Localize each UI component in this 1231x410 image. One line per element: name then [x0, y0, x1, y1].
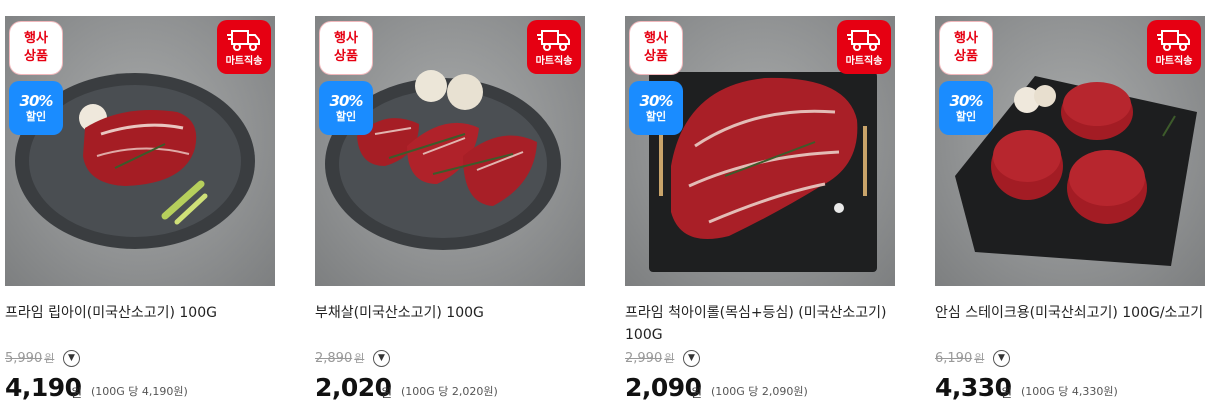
- discount-percent: 30%: [639, 92, 674, 110]
- original-price-unit: 원: [974, 352, 985, 365]
- discount-label: 할인: [335, 110, 357, 123]
- event-badge-line2: 상품: [954, 49, 978, 64]
- event-badge-line1: 행사: [24, 31, 48, 46]
- original-price: 2,990 원: [625, 350, 674, 368]
- event-product-badge: 행사 상품: [939, 21, 993, 75]
- discount-badge: 30% 할인: [629, 81, 683, 135]
- product-card[interactable]: 행사 상품 30% 할인 마트직송 안심 스테이크용(미국산쇠고기) 100G/…: [935, 0, 1225, 410]
- product-image[interactable]: 행사 상품 30% 할인 마트직송: [935, 16, 1205, 286]
- product-grid: 행사 상품 30% 할인 마트직송 프라임 립아이(미국산소고기) 100G 5…: [0, 0, 1231, 410]
- event-badge-line2: 상품: [644, 49, 668, 64]
- discount-label: 할인: [25, 110, 47, 123]
- event-badge-line1: 행사: [644, 31, 668, 46]
- delivery-truck-icon: [227, 30, 260, 51]
- original-price-value: 2,990: [625, 351, 663, 366]
- delivery-label: 마트직송: [1155, 56, 1193, 67]
- price-info-chevron-down-icon[interactable]: ▼: [373, 350, 390, 367]
- product-image[interactable]: 행사 상품 30% 할인 마트직송: [625, 16, 895, 286]
- delivery-label: 마트직송: [225, 56, 263, 67]
- sale-price-unit: 원: [381, 386, 393, 400]
- unit-price: (100G 당 4,190원): [91, 385, 188, 398]
- price-info-chevron-down-icon[interactable]: ▼: [683, 350, 700, 367]
- sale-price-unit: 원: [71, 386, 83, 400]
- original-price: 2,890 원: [315, 350, 364, 368]
- product-card[interactable]: 행사 상품 30% 할인 마트직송 부채살(미국산소고기) 100G 2,890…: [315, 0, 605, 410]
- product-card[interactable]: 행사 상품 30% 할인 마트직송 프라임 립아이(미국산소고기) 100G 5…: [5, 0, 295, 410]
- original-price-unit: 원: [354, 352, 365, 365]
- unit-price: (100G 당 2,090원): [711, 385, 808, 398]
- mart-delivery-badge: 마트직송: [837, 20, 891, 74]
- delivery-truck-icon: [1157, 30, 1190, 51]
- original-price: 6,190 원: [935, 350, 984, 368]
- event-product-badge: 행사 상품: [319, 21, 373, 75]
- unit-price: (100G 당 2,020원): [401, 385, 498, 398]
- price-info-chevron-down-icon[interactable]: ▼: [63, 350, 80, 367]
- delivery-label: 마트직송: [535, 56, 573, 67]
- discount-badge: 30% 할인: [319, 81, 373, 135]
- discount-badge: 30% 할인: [939, 81, 993, 135]
- original-price-value: 2,890: [315, 351, 353, 366]
- original-price: 5,990 원: [5, 350, 54, 368]
- original-price-unit: 원: [664, 352, 675, 365]
- delivery-truck-icon: [537, 30, 570, 51]
- price-info-chevron-down-icon[interactable]: ▼: [993, 350, 1010, 367]
- delivery-label: 마트직송: [845, 56, 883, 67]
- event-product-badge: 행사 상품: [9, 21, 63, 75]
- event-badge-line1: 행사: [954, 31, 978, 46]
- discount-label: 할인: [955, 110, 977, 123]
- original-price-value: 6,190: [935, 351, 973, 366]
- event-badge-line2: 상품: [334, 49, 358, 64]
- product-image[interactable]: 행사 상품 30% 할인 마트직송: [315, 16, 585, 286]
- discount-percent: 30%: [949, 92, 984, 110]
- product-name[interactable]: 프라임 척아이롤(목심+등심) (미국산소고기) 100G: [625, 302, 910, 346]
- discount-percent: 30%: [329, 92, 364, 110]
- discount-badge: 30% 할인: [9, 81, 63, 135]
- event-badge-line2: 상품: [24, 49, 48, 64]
- discount-percent: 30%: [19, 92, 54, 110]
- event-product-badge: 행사 상품: [629, 21, 683, 75]
- discount-label: 할인: [645, 110, 667, 123]
- product-name[interactable]: 부채살(미국산소고기) 100G: [315, 302, 600, 324]
- sale-price-unit: 원: [691, 386, 703, 400]
- product-card[interactable]: 행사 상품 30% 할인 마트직송 프라임 척아이롤(목심+등심) (미국산소고…: [625, 0, 915, 410]
- sale-price-unit: 원: [1001, 386, 1013, 400]
- mart-delivery-badge: 마트직송: [527, 20, 581, 74]
- original-price-unit: 원: [44, 352, 55, 365]
- mart-delivery-badge: 마트직송: [217, 20, 271, 74]
- product-name[interactable]: 안심 스테이크용(미국산쇠고기) 100G/소고기: [935, 302, 1220, 324]
- original-price-value: 5,990: [5, 351, 43, 366]
- mart-delivery-badge: 마트직송: [1147, 20, 1201, 74]
- product-name[interactable]: 프라임 립아이(미국산소고기) 100G: [5, 302, 290, 324]
- product-image[interactable]: 행사 상품 30% 할인 마트직송: [5, 16, 275, 286]
- event-badge-line1: 행사: [334, 31, 358, 46]
- delivery-truck-icon: [847, 30, 880, 51]
- unit-price: (100G 당 4,330원): [1021, 385, 1118, 398]
